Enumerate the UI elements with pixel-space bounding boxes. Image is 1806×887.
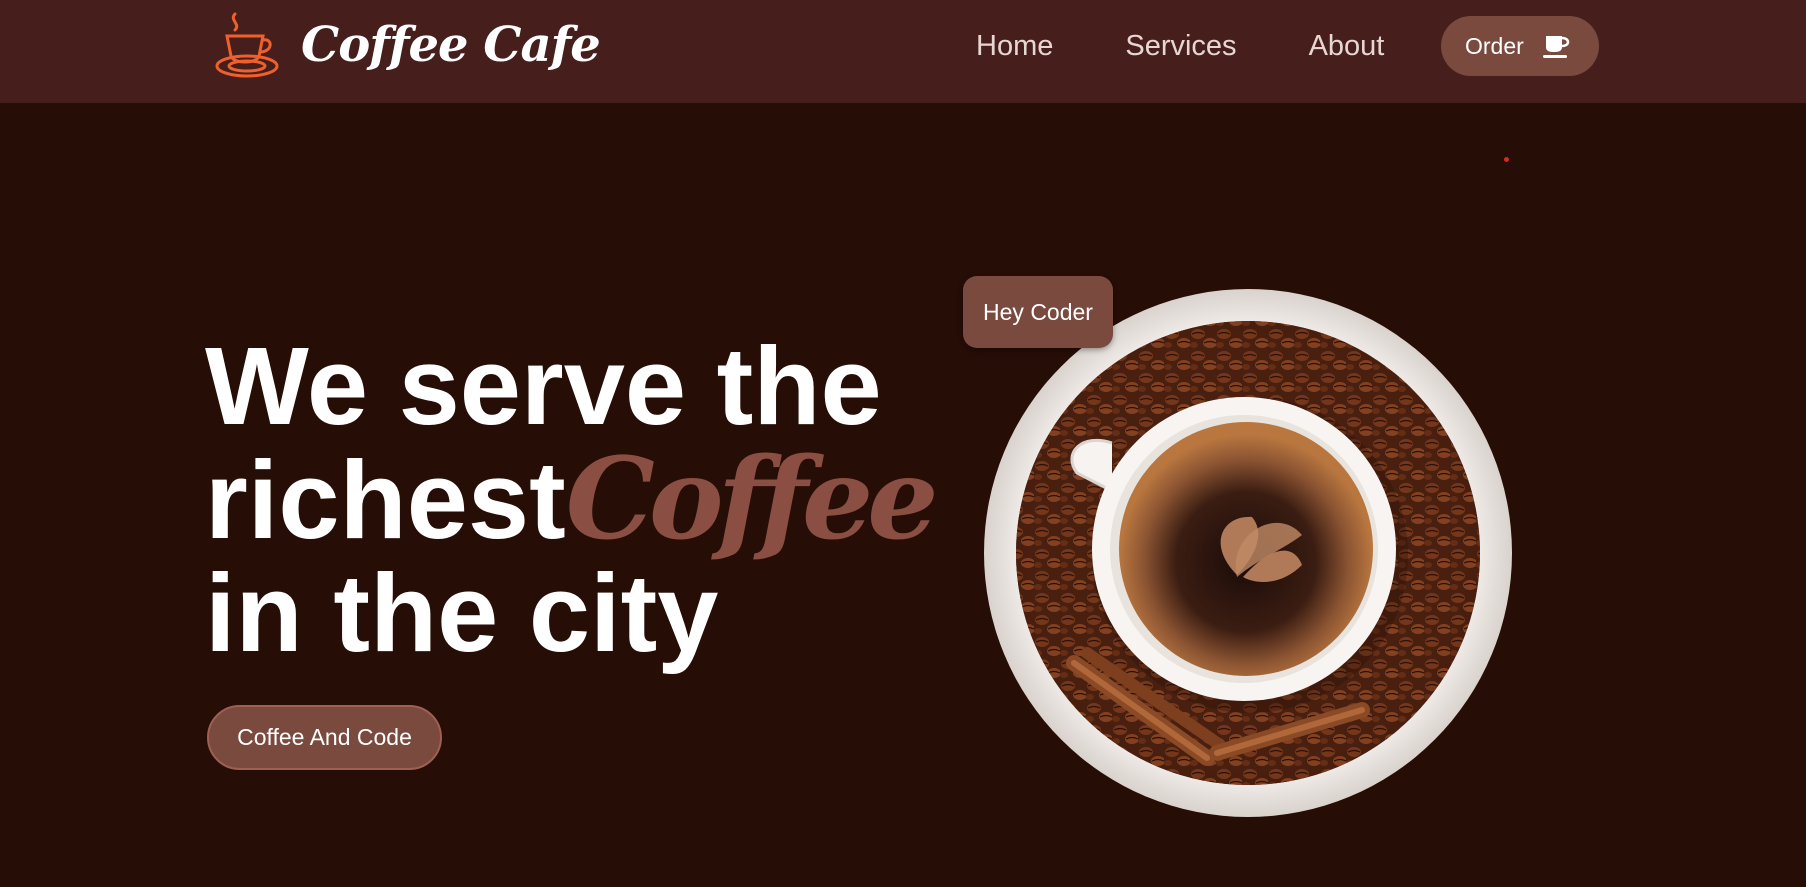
decorative-dot [1504,157,1509,162]
hero-accent-word: Coffee [565,434,939,565]
page: Coffee Cafe Home Services About Order We… [0,0,1806,887]
hero-line-2: richestCoffee [205,443,938,557]
main-nav: Home Services About [976,28,1384,64]
hero-line-3: in the city [205,552,719,675]
brand-logo[interactable]: Coffee Cafe [213,10,601,80]
hero-line-2-text: richest [205,439,566,562]
hero-line-1: We serve the [205,325,882,448]
hey-coder-badge: Hey Coder [963,276,1113,348]
brand-name: Coffee Cafe [301,17,601,73]
order-button-label: Order [1465,32,1524,59]
hero-heading: We serve the richestCoffee in the city [205,325,938,675]
coffee-cup-logo-icon [215,12,279,78]
coffee-cup-on-saucer-with-beans-image [984,289,1512,817]
coffee-and-code-button[interactable]: Coffee And Code [207,705,442,770]
coffee-cup-icon [1542,36,1570,58]
nav-link-about[interactable]: About [1309,30,1385,63]
order-button[interactable]: Order [1441,16,1599,76]
nav-link-services[interactable]: Services [1125,30,1236,63]
nav-link-home[interactable]: Home [976,30,1053,63]
navbar: Coffee Cafe Home Services About Order [0,0,1806,103]
